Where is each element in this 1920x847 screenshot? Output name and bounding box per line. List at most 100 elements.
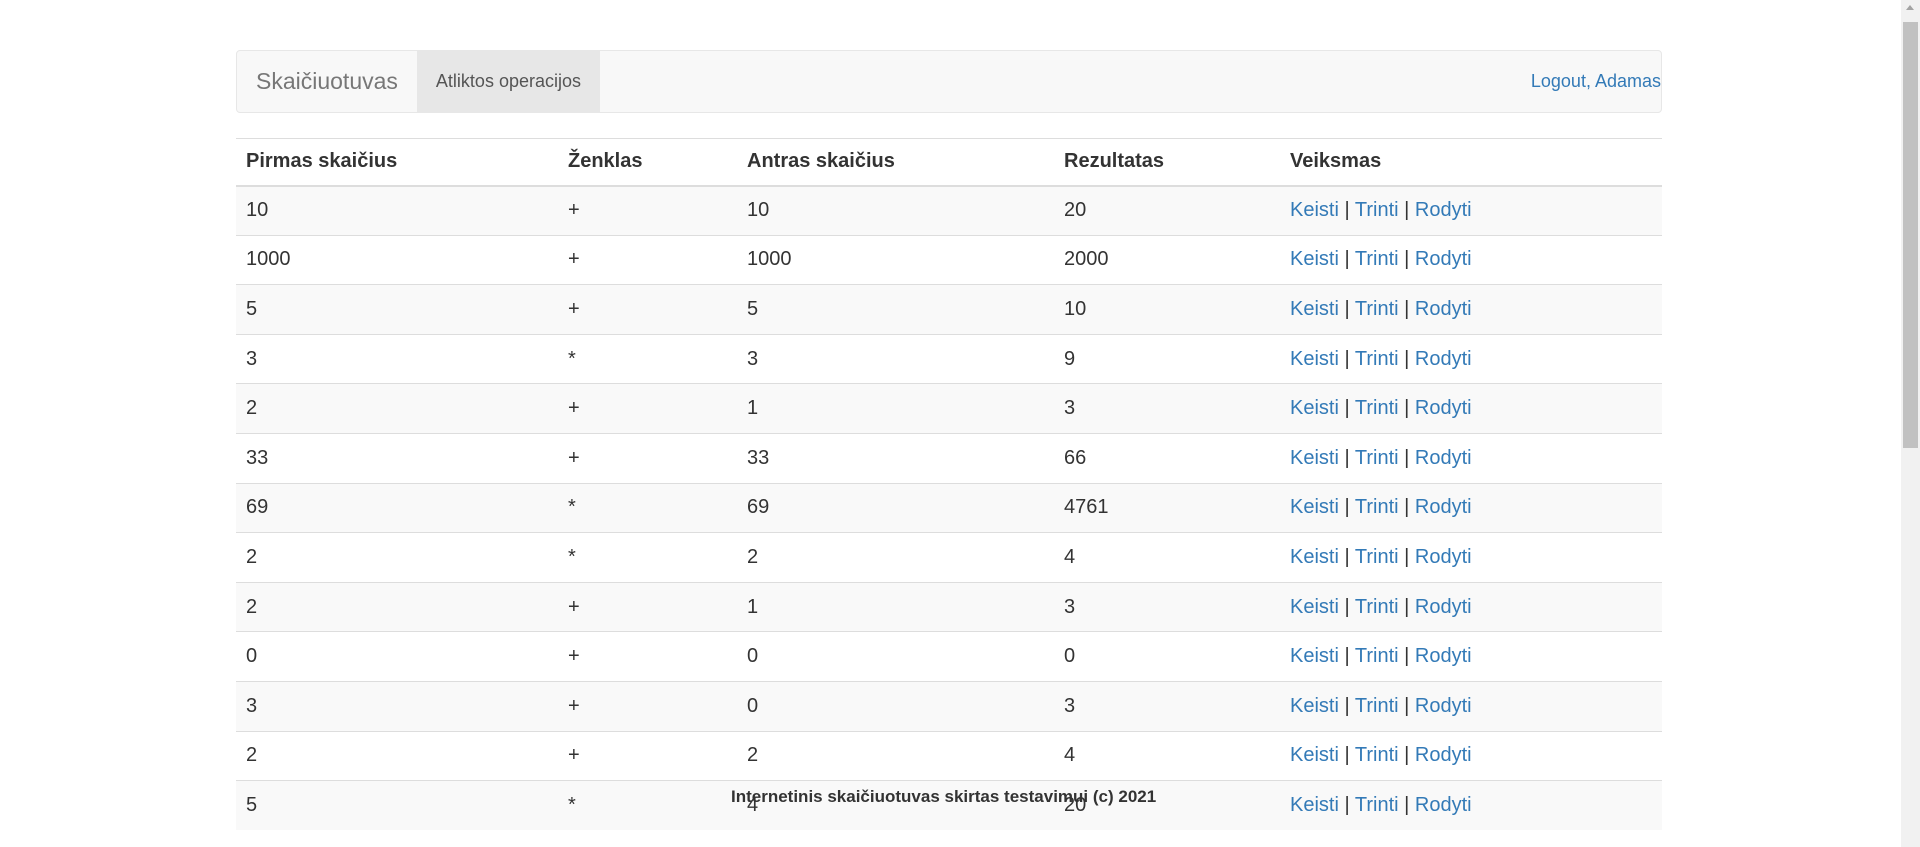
view-link[interactable]: Rodyti	[1415, 348, 1472, 370]
cell-first-number: 10	[236, 185, 558, 236]
edit-link[interactable]: Keisti	[1290, 397, 1339, 419]
view-link[interactable]: Rodyti	[1415, 298, 1472, 320]
action-separator: |	[1344, 595, 1350, 618]
action-separator: |	[1404, 297, 1410, 320]
cell-sign: +	[558, 284, 737, 335]
edit-link[interactable]: Keisti	[1290, 744, 1339, 766]
view-link[interactable]: Rodyti	[1415, 248, 1472, 270]
cell-first-number: 2	[236, 383, 558, 434]
delete-link[interactable]: Trinti	[1355, 298, 1399, 320]
cell-result: 66	[1054, 432, 1280, 484]
action-separator: |	[1404, 744, 1410, 767]
cell-actions: Keisti | Trinti | Rodyti	[1280, 333, 1662, 384]
navbar: Skaičiuotuvas Atliktos operacijos Logout…	[236, 50, 1662, 113]
edit-link[interactable]: Keisti	[1290, 298, 1339, 320]
edit-link[interactable]: Keisti	[1290, 199, 1339, 221]
cell-result: 3	[1054, 383, 1280, 434]
view-link[interactable]: Rodyti	[1415, 447, 1472, 469]
cell-second-number: 2	[737, 532, 1054, 583]
cell-actions: Keisti | Trinti | Rodyti	[1280, 780, 1662, 831]
cell-first-number: 1000	[236, 234, 558, 285]
table-header: Pirmas skaičius Ženklas Antras skaičius …	[236, 138, 1662, 187]
cell-result: 3	[1054, 581, 1280, 632]
vertical-scrollbar[interactable]	[1901, 0, 1920, 847]
edit-link[interactable]: Keisti	[1290, 695, 1339, 717]
table-row: 3 +0 3 Keisti | Trinti | Rodyti	[236, 680, 1662, 732]
view-link[interactable]: Rodyti	[1415, 645, 1472, 667]
cell-first-number: 3	[236, 333, 558, 384]
cell-actions: Keisti | Trinti | Rodyti	[1280, 532, 1662, 583]
header-action: Veiksmas	[1280, 138, 1662, 187]
delete-link[interactable]: Trinti	[1355, 794, 1399, 816]
cell-result: 3	[1054, 680, 1280, 732]
logout-link[interactable]: Logout, Adamas	[1531, 51, 1661, 112]
cell-first-number: 2	[236, 532, 558, 583]
delete-link[interactable]: Trinti	[1355, 744, 1399, 766]
edit-link[interactable]: Keisti	[1290, 248, 1339, 270]
cell-second-number: 10	[737, 185, 1054, 236]
view-link[interactable]: Rodyti	[1415, 744, 1472, 766]
view-link[interactable]: Rodyti	[1415, 496, 1472, 518]
tab-completed-operations[interactable]: Atliktos operacijos	[416, 51, 600, 112]
table-row: 2 * 2 4 Keisti | Trinti | Rodyti	[236, 532, 1662, 583]
view-link[interactable]: Rodyti	[1415, 546, 1472, 568]
view-link[interactable]: Rodyti	[1415, 695, 1472, 717]
view-link[interactable]: Rodyti	[1415, 199, 1472, 221]
action-separator: |	[1404, 199, 1410, 222]
main-container: Skaičiuotuvas Atliktos operacijos Logout…	[236, 50, 1662, 831]
action-separator: |	[1344, 694, 1350, 717]
delete-link[interactable]: Trinti	[1355, 596, 1399, 618]
delete-link[interactable]: Trinti	[1355, 546, 1399, 568]
delete-link[interactable]: Trinti	[1355, 397, 1399, 419]
cell-sign: +	[558, 680, 737, 732]
table-row: 5 +5 10 Keisti | Trinti | Rodyti	[236, 284, 1662, 335]
delete-link[interactable]: Trinti	[1355, 248, 1399, 270]
view-link[interactable]: Rodyti	[1415, 596, 1472, 618]
action-separator: |	[1404, 248, 1410, 271]
cell-result: 20	[1054, 185, 1280, 236]
header-second-number: Antras skaičius	[737, 138, 1054, 187]
view-link[interactable]: Rodyti	[1415, 397, 1472, 419]
edit-link[interactable]: Keisti	[1290, 348, 1339, 370]
view-link[interactable]: Rodyti	[1415, 794, 1472, 816]
cell-result: 2000	[1054, 234, 1280, 285]
action-separator: |	[1404, 645, 1410, 668]
cell-actions: Keisti | Trinti | Rodyti	[1280, 680, 1662, 732]
cell-second-number: 0	[737, 680, 1054, 732]
action-separator: |	[1344, 199, 1350, 222]
cell-result: 10	[1054, 284, 1280, 335]
edit-link[interactable]: Keisti	[1290, 596, 1339, 618]
delete-link[interactable]: Trinti	[1355, 645, 1399, 667]
scroll-up-arrow-icon[interactable]	[1906, 5, 1914, 10]
cell-actions: Keisti | Trinti | Rodyti	[1280, 432, 1662, 484]
cell-first-number: 5	[236, 780, 558, 831]
action-separator: |	[1404, 794, 1410, 817]
delete-link[interactable]: Trinti	[1355, 496, 1399, 518]
cell-sign: *	[558, 532, 737, 583]
action-separator: |	[1344, 744, 1350, 767]
scrollbar-thumb[interactable]	[1903, 22, 1918, 448]
edit-link[interactable]: Keisti	[1290, 546, 1339, 568]
edit-link[interactable]: Keisti	[1290, 496, 1339, 518]
delete-link[interactable]: Trinti	[1355, 199, 1399, 221]
edit-link[interactable]: Keisti	[1290, 794, 1339, 816]
delete-link[interactable]: Trinti	[1355, 695, 1399, 717]
edit-link[interactable]: Keisti	[1290, 447, 1339, 469]
cell-sign: +	[558, 432, 737, 484]
cell-result: 4	[1054, 532, 1280, 583]
delete-link[interactable]: Trinti	[1355, 447, 1399, 469]
table-row: 69 * 69 4761 Keisti | Trinti | Rodyti	[236, 482, 1662, 533]
navbar-spacer	[600, 51, 1531, 112]
brand-link[interactable]: Skaičiuotuvas	[237, 51, 417, 112]
cell-actions: Keisti | Trinti | Rodyti	[1280, 234, 1662, 285]
action-separator: |	[1344, 794, 1350, 817]
cell-sign: +	[558, 581, 737, 632]
table-row: 3 * 3 9 Keisti | Trinti | Rodyti	[236, 333, 1662, 384]
cell-second-number: 3	[737, 333, 1054, 384]
action-separator: |	[1344, 496, 1350, 519]
action-separator: |	[1404, 496, 1410, 519]
cell-sign: +	[558, 234, 737, 285]
delete-link[interactable]: Trinti	[1355, 348, 1399, 370]
cell-second-number: 2	[737, 730, 1054, 781]
edit-link[interactable]: Keisti	[1290, 645, 1339, 667]
